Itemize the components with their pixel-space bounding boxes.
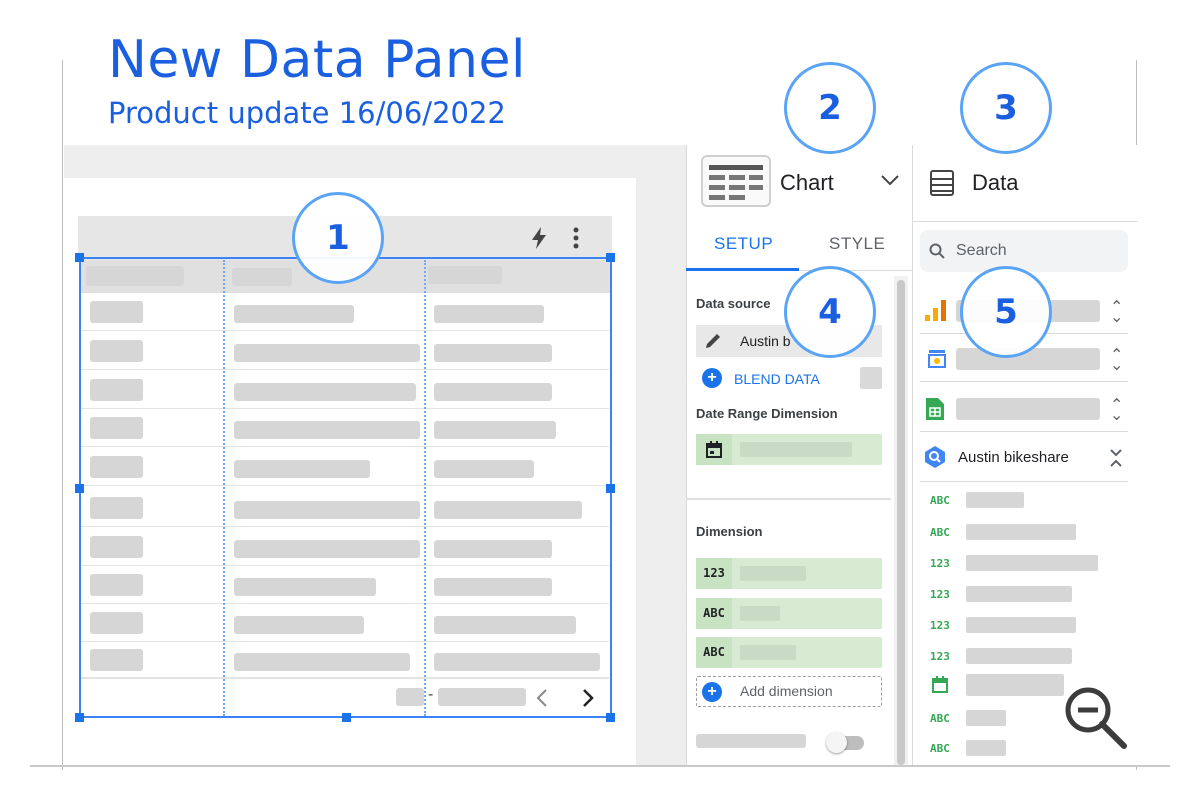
field-type-label: 123 bbox=[930, 557, 950, 570]
data-search-input[interactable] bbox=[920, 230, 1128, 272]
slide: New Data Panel Product update 16/06/2022… bbox=[0, 0, 1200, 800]
blend-checkbox[interactable] bbox=[860, 367, 882, 389]
database-icon bbox=[930, 170, 954, 196]
data-source-item[interactable]: ⌃ ⌄ bbox=[920, 386, 1128, 432]
calendar-icon bbox=[706, 441, 722, 458]
sheets-icon bbox=[926, 398, 944, 420]
field-name-placeholder bbox=[966, 586, 1072, 602]
data-source-label: Data source bbox=[696, 296, 771, 311]
chevron-down-icon[interactable] bbox=[880, 174, 900, 186]
dimension-chip[interactable]: ABC bbox=[696, 637, 882, 668]
expand-collapse-icon[interactable]: ⌃ ⌄ bbox=[1110, 397, 1123, 423]
field-type-label: ABC bbox=[930, 742, 950, 755]
zoom-out-icon[interactable] bbox=[1062, 684, 1128, 750]
frame-bottom-border bbox=[30, 765, 1170, 767]
field-name-placeholder bbox=[966, 617, 1076, 633]
resize-handle[interactable] bbox=[606, 253, 615, 262]
field-item[interactable]: ABC bbox=[930, 492, 1120, 512]
pagination-total-placeholder bbox=[438, 688, 526, 706]
add-dimension-icon[interactable]: + bbox=[702, 682, 722, 702]
properties-scrollbar-thumb[interactable] bbox=[897, 280, 905, 765]
dimension-chip[interactable]: ABC bbox=[696, 598, 882, 629]
source-name-austin-bikeshare[interactable]: Austin bikeshare bbox=[958, 449, 1069, 466]
dimension-type-label: 123 bbox=[696, 558, 732, 589]
bigquery-icon bbox=[925, 446, 945, 468]
chip-placeholder bbox=[740, 645, 796, 660]
blend-add-icon[interactable]: + bbox=[702, 368, 722, 388]
field-name-placeholder bbox=[966, 555, 1098, 571]
chart-selection-box[interactable] bbox=[79, 257, 612, 718]
ads-icon bbox=[928, 350, 946, 368]
tab-style[interactable]: STYLE bbox=[829, 234, 885, 254]
callout-3: 3 bbox=[960, 62, 1052, 154]
pagination-page-placeholder bbox=[396, 688, 424, 706]
pagination-dash: - bbox=[428, 686, 434, 703]
chip-placeholder bbox=[740, 442, 852, 457]
chart-type-label[interactable]: Chart bbox=[780, 170, 834, 196]
date-range-label: Date Range Dimension bbox=[696, 406, 838, 421]
field-item[interactable]: ABC bbox=[930, 524, 1120, 544]
field-item[interactable]: 123 bbox=[930, 555, 1120, 575]
data-source-name: Austin b bbox=[740, 333, 791, 349]
field-type-label: 123 bbox=[930, 588, 950, 601]
add-dimension-label[interactable]: Add dimension bbox=[740, 683, 833, 699]
field-type-label: ABC bbox=[930, 712, 950, 725]
frame-left-border bbox=[62, 60, 63, 770]
field-name-placeholder bbox=[966, 674, 1064, 696]
callout-4: 4 bbox=[784, 266, 876, 358]
callout-1: 1 bbox=[292, 192, 384, 284]
data-panel-title: Data bbox=[972, 170, 1019, 195]
resize-handle[interactable] bbox=[75, 484, 84, 493]
field-name-placeholder bbox=[966, 648, 1072, 664]
resize-handle[interactable] bbox=[75, 253, 84, 262]
resize-handle[interactable] bbox=[342, 713, 351, 722]
dimension-type-label: ABC bbox=[696, 637, 732, 668]
search-placeholder: Search bbox=[956, 242, 1007, 259]
calendar-icon bbox=[932, 676, 948, 693]
more-vert-icon[interactable] bbox=[572, 226, 580, 250]
option-placeholder bbox=[696, 734, 806, 748]
collapse-icon[interactable] bbox=[1109, 448, 1123, 468]
tab-setup[interactable]: SETUP bbox=[714, 234, 773, 254]
slide-title: New Data Panel bbox=[108, 30, 526, 90]
resize-handle[interactable] bbox=[606, 484, 615, 493]
analytics-icon bbox=[925, 300, 946, 321]
field-name-placeholder bbox=[966, 740, 1006, 756]
field-name-placeholder bbox=[966, 492, 1024, 508]
field-type-label: 123 bbox=[930, 650, 950, 663]
field-item[interactable]: 123 bbox=[930, 648, 1120, 668]
data-panel-header-divider bbox=[912, 221, 1138, 222]
blend-data-button[interactable]: BLEND DATA bbox=[734, 371, 820, 387]
toggle-knob[interactable] bbox=[826, 732, 847, 753]
lightning-icon[interactable] bbox=[528, 226, 550, 250]
table-chart-type-icon[interactable] bbox=[701, 155, 771, 207]
expand-collapse-icon[interactable]: ⌃ ⌄ bbox=[1110, 299, 1123, 325]
field-item[interactable]: 123 bbox=[930, 586, 1120, 606]
chevron-right-icon[interactable] bbox=[582, 688, 594, 708]
slide-subtitle: Product update 16/06/2022 bbox=[108, 96, 506, 130]
active-tab-indicator bbox=[686, 268, 799, 271]
field-item[interactable]: 123 bbox=[930, 617, 1120, 637]
search-icon bbox=[929, 243, 945, 259]
field-type-label: 123 bbox=[930, 619, 950, 632]
source-name-placeholder bbox=[956, 398, 1100, 420]
date-range-chip[interactable] bbox=[696, 434, 882, 465]
resize-handle[interactable] bbox=[606, 713, 615, 722]
field-type-label: ABC bbox=[930, 494, 950, 507]
chip-placeholder bbox=[740, 606, 780, 621]
field-name-placeholder bbox=[966, 710, 1006, 726]
dimension-chip[interactable]: 123 bbox=[696, 558, 882, 589]
resize-handle[interactable] bbox=[75, 713, 84, 722]
pencil-icon[interactable] bbox=[703, 331, 723, 351]
chevron-left-icon[interactable] bbox=[536, 688, 548, 708]
section-divider bbox=[686, 498, 891, 500]
field-type-label: ABC bbox=[930, 526, 950, 539]
field-name-placeholder bbox=[966, 524, 1076, 540]
expand-collapse-icon[interactable]: ⌃ ⌄ bbox=[1110, 347, 1123, 373]
callout-2: 2 bbox=[784, 62, 876, 154]
dimension-label: Dimension bbox=[696, 524, 763, 539]
callout-5: 5 bbox=[960, 266, 1052, 358]
chip-placeholder bbox=[740, 566, 806, 581]
dimension-type-label: ABC bbox=[696, 598, 732, 629]
